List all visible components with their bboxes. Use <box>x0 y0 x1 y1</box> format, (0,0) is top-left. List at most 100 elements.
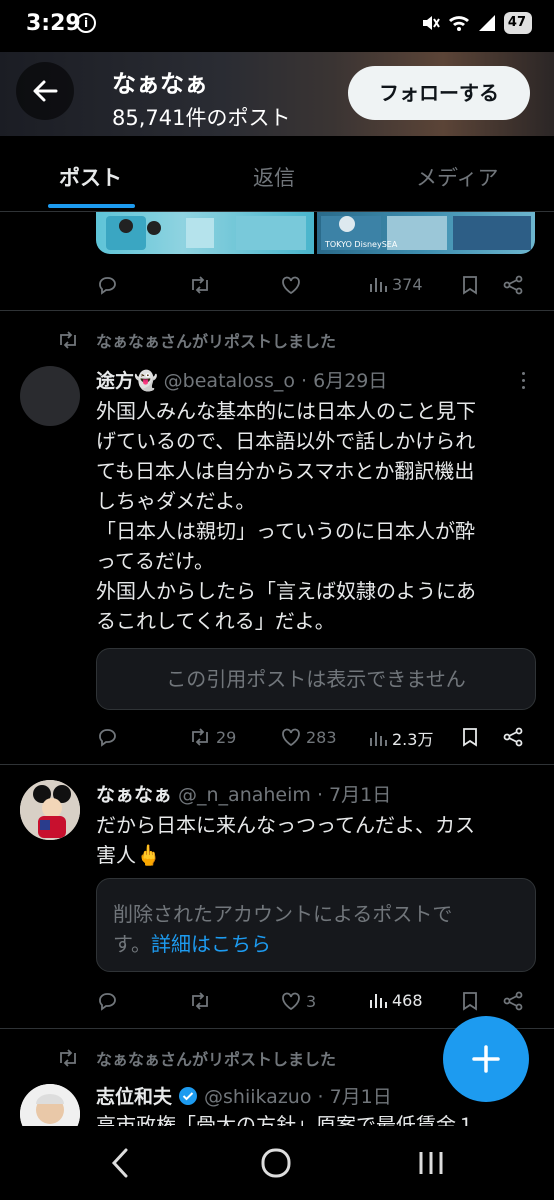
deleted-quote-text: 削除されたアカウントによるポストで <box>113 902 453 926</box>
views-button[interactable]: 2.3万 <box>368 726 433 750</box>
author-name[interactable]: 志位和夫 <box>96 1082 172 1109</box>
system-navigation-bar <box>0 1126 554 1200</box>
post-actions: 3 468 <box>96 986 526 1016</box>
repost-button[interactable] <box>188 274 212 296</box>
share-icon <box>503 991 523 1011</box>
avatar-image <box>20 780 80 840</box>
info-icon: i <box>76 13 96 33</box>
analytics-icon <box>370 278 387 292</box>
tab-posts[interactable]: ポスト <box>59 162 122 192</box>
reply-icon <box>99 993 116 1011</box>
active-tab-indicator <box>48 204 135 208</box>
like-button[interactable] <box>280 274 302 296</box>
divider <box>0 764 554 765</box>
reply-button[interactable] <box>96 726 118 748</box>
repost-button[interactable] <box>188 990 212 1012</box>
avatar[interactable] <box>20 366 80 426</box>
arrow-left-icon <box>33 80 58 102</box>
analytics-icon <box>370 994 387 1008</box>
follow-button[interactable]: フォローする <box>348 66 530 120</box>
tab-replies[interactable]: 返信 <box>253 162 295 192</box>
author-name[interactable]: なぁなぁ <box>96 780 172 807</box>
share-button[interactable] <box>502 726 524 748</box>
views-count: 374 <box>392 274 423 294</box>
battery-indicator: 47 <box>503 12 532 34</box>
profile-tabs: ポスト 返信 メディア <box>0 136 554 212</box>
compose-button[interactable] <box>443 1016 529 1102</box>
tab-media[interactable]: メディア <box>416 162 499 192</box>
reply-icon <box>99 729 116 747</box>
media-photo <box>106 216 306 250</box>
views-count: 2.3万 <box>392 730 434 749</box>
media-image[interactable]: TOKYO DisneySEA <box>317 212 535 254</box>
back-button[interactable] <box>16 62 74 120</box>
author-name[interactable]: 途方👻 <box>96 366 158 393</box>
nav-home-icon[interactable] <box>260 1146 292 1180</box>
quote-unavailable-box: この引用ポストは表示できません <box>96 648 536 710</box>
avatar[interactable] <box>20 780 80 840</box>
repost-icon <box>192 992 208 1010</box>
wifi-icon <box>448 16 469 31</box>
details-link[interactable]: 詳細はこちら <box>151 932 271 956</box>
bookmark-icon <box>463 728 477 747</box>
heart-icon <box>282 276 300 295</box>
post-line: 高市政権「骨太の方針」原案で最低賃金１ <box>96 1113 476 1126</box>
media-image[interactable] <box>96 212 314 254</box>
repost-icon <box>192 728 208 746</box>
post-actions: 374 <box>96 270 526 300</box>
profile-header: なぁなぁ 85,741件のポスト フォローする <box>0 52 554 136</box>
author-handle-date: @beataloss_o · 6月29日 <box>163 370 388 392</box>
bookmark-button[interactable] <box>460 726 480 748</box>
post-line: 「日本人は親切」っていうのに日本人が酔 <box>96 519 475 543</box>
avatar[interactable] <box>20 1084 80 1126</box>
status-time: 3:29 <box>26 11 81 36</box>
reply-icon <box>99 277 116 295</box>
post-header: 途方👻 @beataloss_o · 6月29日 <box>96 366 387 393</box>
post-actions: 29 283 2.3万 <box>96 722 526 752</box>
like-button[interactable]: 283 <box>280 726 337 748</box>
profile-name: なぁなぁ <box>112 70 208 98</box>
post-line: 外国人みんな基本的には日本人のこと見下 <box>96 399 476 423</box>
status-bar: 3:29 i 47 <box>0 0 554 52</box>
views-button[interactable]: 468 <box>368 990 423 1010</box>
share-button[interactable] <box>502 990 524 1012</box>
bookmark-button[interactable] <box>460 274 480 296</box>
nav-back-icon[interactable] <box>108 1146 132 1180</box>
media-caption: TOKYO DisneySEA <box>325 240 398 249</box>
heart-icon <box>282 992 300 1011</box>
post-line: しちゃダメだよ。 <box>96 489 256 513</box>
reply-button[interactable] <box>96 274 118 296</box>
repost-button[interactable]: 29 <box>188 726 236 748</box>
repost-note-text: なぁなぁさんがリポストしました <box>96 332 337 351</box>
post-text: 外国人みんな基本的には日本人のこと見下 げているので、日本語以外で話しかけられ … <box>96 396 536 636</box>
share-button[interactable] <box>502 274 524 296</box>
like-button[interactable]: 3 <box>280 990 316 1012</box>
repost-icon <box>192 276 208 294</box>
post-line: るこれしてくれる」だよ。 <box>96 609 335 633</box>
author-handle-date: @shiikazuo · 7月1日 <box>204 1086 392 1108</box>
quote-unavailable-text: この引用ポストは表示できません <box>166 667 466 691</box>
post-header: なぁなぁ @_n_anaheim · 7月1日 <box>96 780 391 807</box>
post-line: げているので、日本語以外で話しかけられ <box>96 429 476 453</box>
status-icons: 47 <box>420 12 532 34</box>
divider <box>0 310 554 311</box>
reply-button[interactable] <box>96 990 118 1012</box>
post-text: だから日本に来んなっつってんだよ、カス 害人🖕 <box>96 810 536 870</box>
post-line: ってるだけ。 <box>96 549 214 573</box>
repost-note-text: なぁなぁさんがリポストしました <box>96 1050 337 1069</box>
repost-indicator: なぁなぁさんがリポストしました <box>56 1046 336 1070</box>
post-text: 高市政権「骨太の方針」原案で最低賃金１ <box>96 1110 536 1126</box>
signal-icon <box>478 15 495 31</box>
post-line: だから日本に来んなっつってんだよ、カス <box>96 813 475 837</box>
post-media-grid[interactable]: TOKYO DisneySEA <box>96 212 535 254</box>
bookmark-button[interactable] <box>460 990 480 1012</box>
share-icon <box>503 275 523 295</box>
post-header: 志位和夫 @shiikazuo · 7月1日 <box>96 1082 392 1109</box>
more-options-icon[interactable] <box>518 372 528 393</box>
deleted-quote-text: す。 <box>113 932 151 956</box>
post-line: 害人🖕 <box>96 843 161 867</box>
nav-recents-icon[interactable] <box>416 1146 446 1180</box>
repost-icon <box>60 1049 76 1067</box>
post-line: ても日本人は自分からスマホとか翻訳機出 <box>96 459 475 483</box>
views-button[interactable]: 374 <box>368 274 423 294</box>
